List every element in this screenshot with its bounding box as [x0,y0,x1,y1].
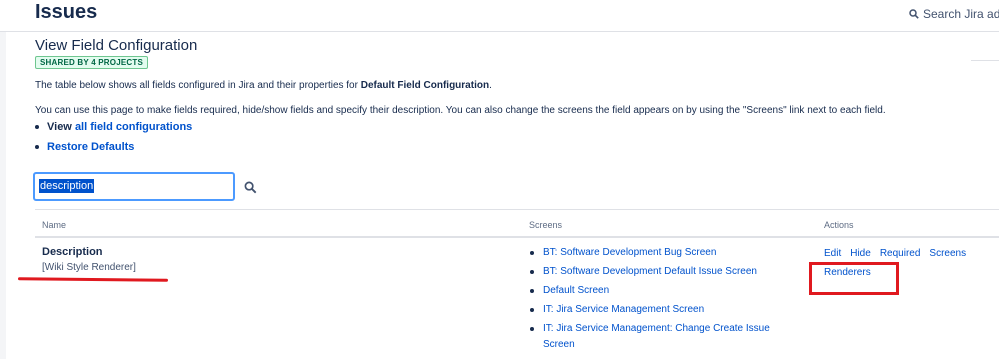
screen-item: Default Screen [530,283,803,299]
screens-list: BT: Software Development Bug Screen BT: … [530,245,803,356]
screen-link[interactable]: IT: Jira Service Management Screen [543,302,803,318]
screens-action[interactable]: Screens [929,248,966,259]
field-name: Description [42,246,103,258]
hide-action[interactable]: Hide [850,248,871,259]
filter-input[interactable] [35,174,233,199]
screen-item: IT: Jira Service Management: Change Crea… [530,321,803,353]
annotation-underline [17,277,169,282]
divider [971,60,999,61]
view-all-configurations-link[interactable]: all field configurations [75,121,192,133]
sidebar-edge [0,32,6,359]
table-top-border [35,209,999,210]
bullet [530,289,534,293]
screen-item: BT: Software Development Bug Screen [530,245,803,261]
filter-field[interactable]: description [33,172,235,201]
edit-action[interactable]: Edit [824,248,841,259]
table-header-divider [35,236,999,238]
bullet [530,270,534,274]
page-title: Issues [35,1,98,23]
shared-projects-badge[interactable]: SHARED BY 4 PROJECTS [35,56,148,69]
link-item-restore[interactable]: Restore Defaults [35,138,192,156]
section-title: View Field Configuration [35,37,198,54]
required-action[interactable]: Required [880,248,921,259]
global-search[interactable]: Search Jira adm [909,7,999,21]
bullet [530,251,534,255]
column-header-screens: Screens [529,220,563,230]
bullet [530,327,534,331]
intro-suffix: . [489,80,492,91]
filter-search-button[interactable] [241,178,259,196]
field-configuration-name: Default Field Configuration [360,80,490,91]
search-icon [909,9,919,19]
bullet [530,308,534,312]
link-prefix: View [47,121,72,133]
bullet [35,145,39,149]
row-actions: Edit Hide Required Screens [824,248,966,259]
help-text: You can use this page to make fields req… [35,105,886,116]
config-links: View all field configurations Restore De… [35,118,192,156]
screen-link[interactable]: Default Screen [543,283,803,299]
screen-link[interactable]: BT: Software Development Bug Screen [543,245,803,261]
restore-defaults-link[interactable]: Restore Defaults [47,141,134,153]
screen-link[interactable]: IT: Jira Service Management: Change Crea… [543,321,803,353]
global-search-placeholder: Search Jira adm [923,7,999,21]
intro-text: The table below shows all fields configu… [35,80,492,91]
annotation-highlight-box [809,262,899,295]
intro-prefix: The table below shows all fields configu… [35,80,361,91]
search-icon [244,181,256,193]
header-divider [0,31,999,32]
screen-link[interactable]: BT: Software Development Default Issue S… [543,264,803,280]
column-header-name: Name [42,220,67,230]
link-item-view-all[interactable]: View all field configurations [35,118,192,136]
field-renderer: [Wiki Style Renderer] [42,262,136,273]
screen-item: IT: Jira Service Management Screen [530,302,803,318]
column-header-actions: Actions [824,220,854,230]
screen-item: BT: Software Development Default Issue S… [530,264,803,280]
bullet [35,125,39,129]
